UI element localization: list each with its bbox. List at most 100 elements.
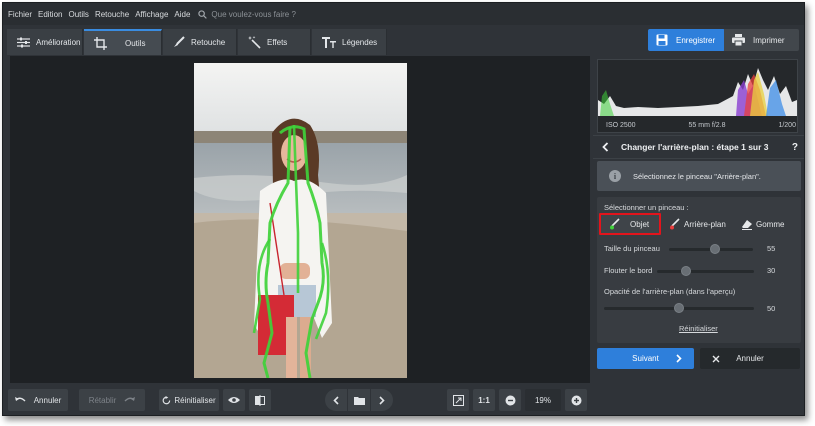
tab-label: Outils — [125, 38, 146, 48]
step-title: Changer l'arrière-plan : étape 1 sur 3 — [621, 142, 769, 152]
zoom-field[interactable]: 19% — [525, 389, 561, 411]
brush-size-label: Taille du pinceau — [604, 244, 660, 253]
chevron-right-icon — [379, 395, 385, 405]
brush-icon — [174, 36, 185, 47]
preview-button[interactable] — [223, 389, 245, 411]
info-message: i Sélectionnez le pinceau "Arrière-plan"… — [597, 161, 801, 191]
step-header: Changer l'arrière-plan : étape 1 sur 3 ? — [593, 135, 804, 159]
app-window: Fichier Edition Outils Retouche Affichag… — [2, 2, 805, 416]
print-label: Imprimer — [753, 35, 785, 45]
tab-legendes[interactable]: Légendes — [312, 29, 387, 55]
undo-icon — [14, 397, 26, 402]
reset-image-button[interactable]: Réinitialiser — [159, 389, 219, 411]
object-brush-label: Objet — [630, 219, 650, 229]
feather-label: Flouter le bord — [604, 266, 653, 275]
menu-edition[interactable]: Edition — [38, 10, 62, 19]
eye-icon — [228, 397, 240, 403]
magic-wand-icon — [248, 35, 261, 49]
help-icon[interactable]: ? — [792, 142, 798, 153]
slider-knob[interactable] — [710, 244, 721, 254]
menu-aide[interactable]: Aide — [174, 10, 190, 19]
redo-icon — [124, 397, 136, 402]
zoom-in-button[interactable] — [565, 389, 587, 411]
chevron-right-icon — [676, 354, 682, 363]
open-folder-button[interactable] — [348, 389, 370, 411]
opacity-value: 50 — [767, 304, 776, 313]
background-brush-label: Arrière-plan — [684, 219, 726, 229]
close-icon — [712, 355, 720, 362]
histogram: ISO 2500 55 mm f/2.8 1/200 — [597, 59, 798, 133]
next-button[interactable]: Suivant — [597, 348, 694, 369]
compare-button[interactable] — [249, 389, 271, 411]
opacity-label: Opacité de l'arrière-plan (dans l'aperçu… — [604, 287, 736, 296]
photo-image — [194, 63, 407, 378]
menu-fichier[interactable]: Fichier — [8, 10, 32, 19]
actual-size-button[interactable]: 1:1 — [473, 389, 495, 411]
compare-icon — [255, 394, 265, 406]
minus-circle-icon — [505, 395, 515, 405]
save-button[interactable]: Enregistrer — [648, 29, 725, 51]
redo-label: Rétablir — [88, 395, 117, 405]
feather-value: 30 — [767, 266, 776, 275]
tab-label: Légendes — [342, 37, 378, 47]
tab-effets[interactable]: Effets — [238, 29, 311, 55]
object-brush-button[interactable]: Objet — [599, 213, 662, 235]
photo[interactable] — [194, 63, 407, 378]
search-input[interactable]: Que voulez-vous faire ? — [211, 10, 296, 19]
eraser-button[interactable]: Gomme — [741, 213, 784, 235]
menu-affichage[interactable]: Affichage — [135, 10, 168, 19]
text-icon — [322, 36, 336, 48]
search-icon — [198, 9, 208, 19]
photo-canvas[interactable] — [10, 56, 590, 383]
reset-brush-link[interactable]: Réinitialiser — [679, 324, 718, 333]
slider-knob[interactable] — [674, 303, 684, 313]
tab-retouche[interactable]: Retouche — [163, 29, 237, 55]
slider-knob[interactable] — [681, 266, 692, 276]
previous-photo-button[interactable] — [325, 389, 347, 411]
brush-size-value: 55 — [767, 244, 776, 253]
fit-screen-icon — [452, 394, 464, 406]
reset-label: Réinitialiser — [174, 395, 216, 405]
save-label: Enregistrer — [676, 35, 716, 45]
menu-bar: Fichier Edition Outils Retouche Affichag… — [3, 3, 804, 25]
undo-button[interactable]: Annuler — [8, 389, 68, 411]
floppy-icon — [656, 34, 668, 46]
sliders-icon — [17, 37, 30, 47]
printer-icon — [732, 34, 745, 46]
menu-retouche[interactable]: Retouche — [95, 10, 129, 19]
brush-heading: Sélectionner un pinceau : — [604, 203, 689, 212]
zoom-out-button[interactable] — [499, 389, 521, 411]
tab-outils[interactable]: Outils — [84, 29, 162, 55]
bottom-toolbar: Annuler Rétablir Réinitialiser 1:1 19% — [3, 383, 593, 415]
tab-label: Retouche — [191, 37, 226, 47]
menu-outils[interactable]: Outils — [68, 10, 88, 19]
photo-metadata: ISO 2500 55 mm f/2.8 1/200 — [606, 122, 796, 129]
iso-value: ISO 2500 — [606, 122, 636, 129]
back-arrow-icon[interactable] — [602, 142, 609, 152]
tab-label: Effets — [267, 37, 288, 47]
reset-icon — [162, 395, 171, 404]
undo-label: Annuler — [33, 395, 62, 405]
tab-amelioration[interactable]: Amélioration — [7, 29, 83, 55]
tab-label: Amélioration — [36, 37, 81, 47]
folder-icon — [353, 396, 365, 405]
next-photo-button[interactable] — [371, 389, 393, 411]
feather-slider[interactable] — [657, 266, 754, 276]
histogram-graph — [598, 68, 797, 116]
plus-circle-icon — [571, 395, 581, 405]
crop-icon — [94, 36, 107, 50]
redo-button[interactable]: Rétablir — [79, 389, 145, 411]
brush-panel: Sélectionner un pinceau : Objet Arrière-… — [597, 197, 801, 343]
search-box[interactable]: Que voulez-vous faire ? — [198, 10, 296, 19]
cancel-label: Annuler — [736, 354, 764, 363]
background-brush-button[interactable]: Arrière-plan — [669, 213, 726, 235]
eraser-label: Gomme — [756, 219, 785, 229]
info-icon: i — [609, 170, 621, 182]
right-panel: ISO 2500 55 mm f/2.8 1/200 Changer l'arr… — [593, 55, 804, 415]
cancel-button[interactable]: Annuler — [700, 348, 800, 369]
fit-to-screen-button[interactable] — [447, 389, 469, 411]
brush-size-slider[interactable] — [669, 244, 753, 254]
eraser-icon — [742, 219, 752, 230]
opacity-slider[interactable] — [604, 303, 754, 313]
print-button[interactable]: Imprimer — [724, 29, 799, 51]
